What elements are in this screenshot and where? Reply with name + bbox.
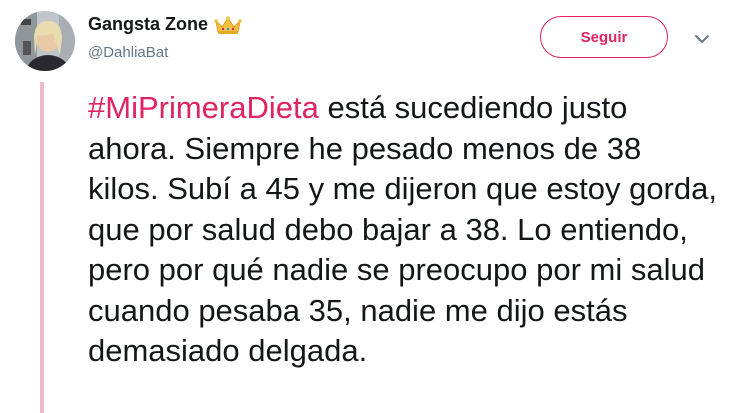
avatar[interactable] <box>15 11 75 71</box>
tweet-text: #MiPrimeraDieta está sucediendo justo ah… <box>88 88 718 372</box>
tweet-body: está sucediendo justo ahora. Siempre he … <box>88 90 717 368</box>
tweet-card: Gangsta Zone @DahliaBat Seguir #MiPrimer… <box>0 0 730 413</box>
username[interactable]: @DahliaBat <box>88 44 168 61</box>
author-name-row[interactable]: Gangsta Zone <box>88 14 242 35</box>
hashtag-link[interactable]: #MiPrimeraDieta <box>88 90 319 125</box>
avatar-photo <box>15 11 75 71</box>
display-name[interactable]: Gangsta Zone <box>88 14 208 35</box>
thread-line <box>40 82 44 413</box>
crown-icon <box>214 15 242 35</box>
follow-button[interactable]: Seguir <box>540 16 668 58</box>
chevron-down-icon[interactable] <box>693 30 711 48</box>
